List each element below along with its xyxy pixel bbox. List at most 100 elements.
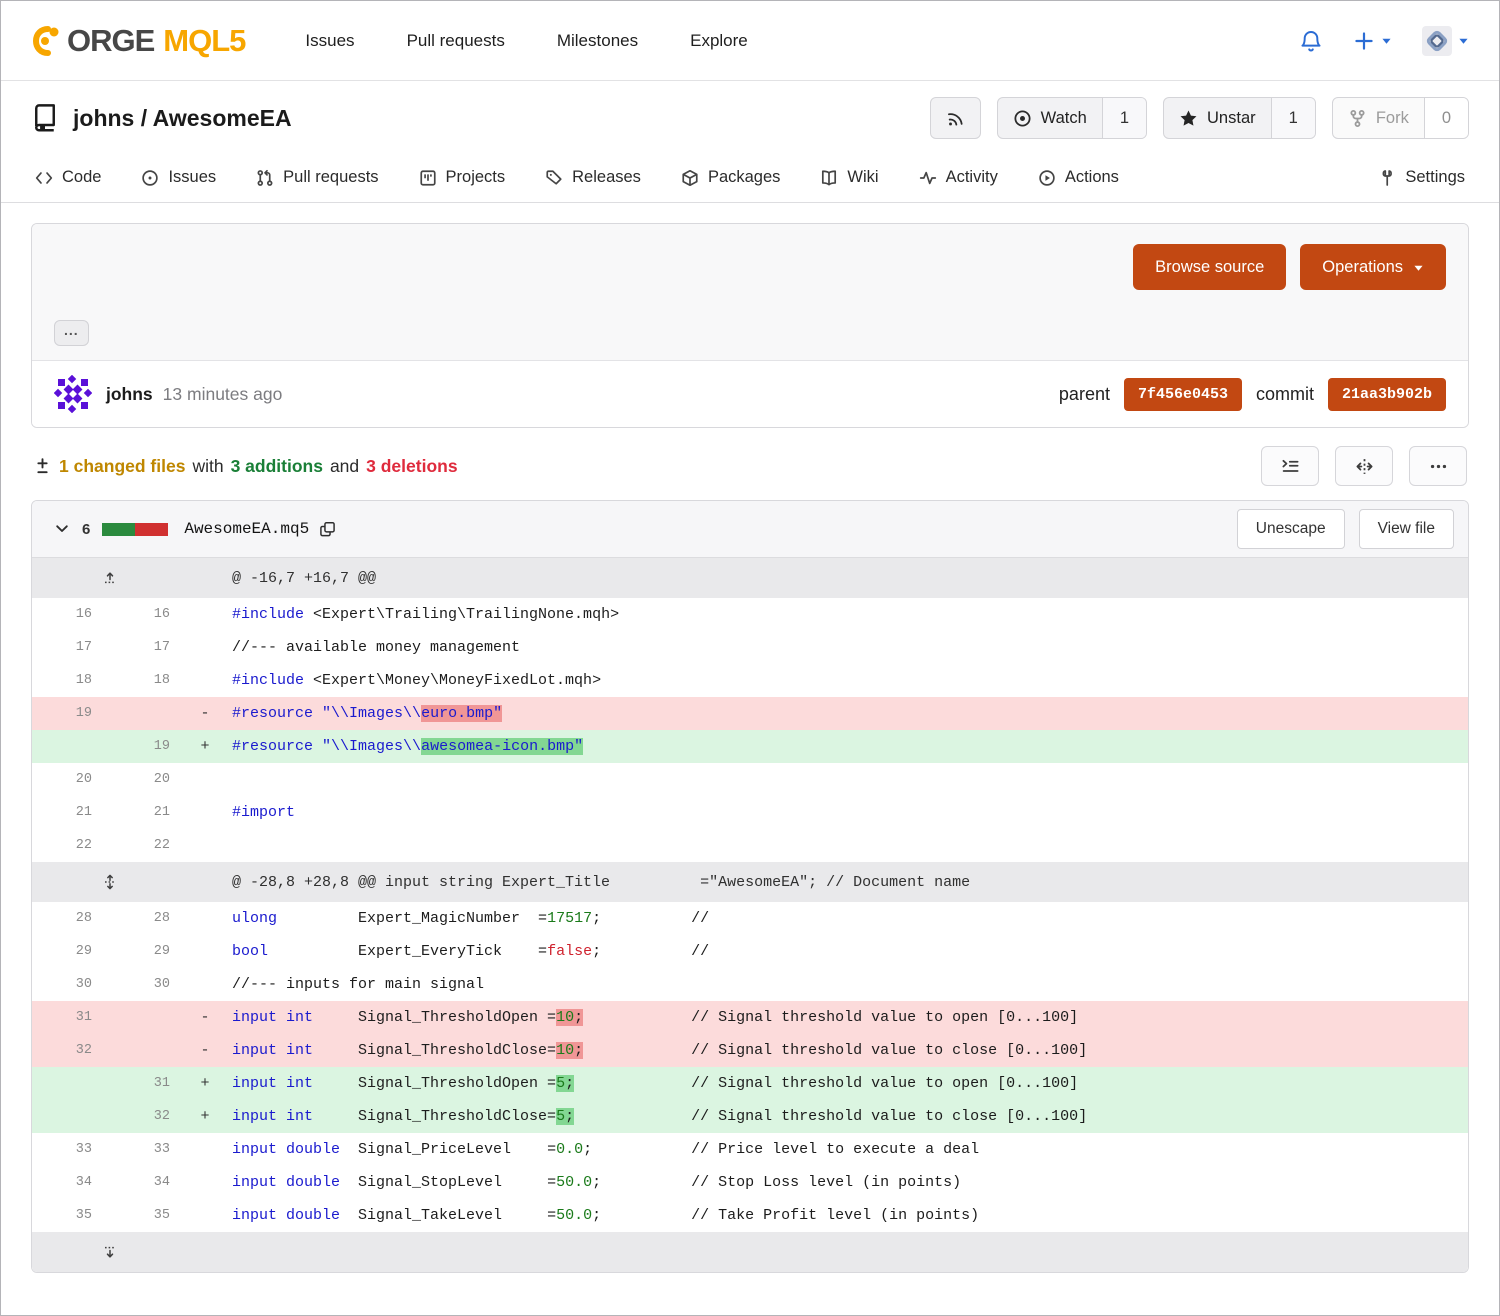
watch-button[interactable]: Watch	[998, 98, 1102, 138]
tab-projects[interactable]: Projects	[419, 168, 506, 187]
commit-hash-button[interactable]: 21aa3b902b	[1328, 378, 1446, 411]
nav-link-milestones[interactable]: Milestones	[557, 31, 638, 51]
old-line-number[interactable]: 33	[32, 1142, 110, 1157]
tab-releases[interactable]: Releases	[545, 168, 641, 187]
diff-line-ctx: 2121#import	[32, 796, 1468, 829]
user-avatar	[1422, 26, 1452, 56]
notifications-bell-icon[interactable]	[1299, 29, 1323, 53]
diff-options-button[interactable]	[1409, 446, 1467, 486]
view-file-button[interactable]: View file	[1359, 509, 1454, 549]
old-line-number[interactable]: 18	[32, 673, 110, 688]
expand-down-button[interactable]	[32, 1244, 188, 1260]
unstar-button[interactable]: Unstar	[1164, 98, 1271, 138]
code-line: input int Signal_ThresholdClose=10; // S…	[222, 1042, 1468, 1059]
code-line: input int Signal_ThresholdOpen =10; // S…	[222, 1009, 1468, 1026]
tab-actions[interactable]: Actions	[1038, 168, 1119, 187]
new-line-number[interactable]: 28	[110, 911, 188, 926]
play-circle-icon	[1038, 169, 1056, 187]
commit-hashes: parent 7f456e0453 commit 21aa3b902b	[1059, 378, 1446, 411]
hunk-header-text: @ -28,8 +28,8 @@ input string Expert_Tit…	[222, 874, 1468, 891]
author-avatar[interactable]	[54, 375, 92, 413]
old-line-number[interactable]: 20	[32, 772, 110, 787]
expand-both-button[interactable]	[32, 874, 188, 890]
new-line-number[interactable]: 22	[110, 838, 188, 853]
old-line-number[interactable]: 32	[32, 1043, 110, 1058]
new-line-number[interactable]: 31	[110, 1076, 188, 1091]
old-line-number[interactable]: 16	[32, 607, 110, 622]
new-line-number[interactable]: 18	[110, 673, 188, 688]
old-line-number[interactable]: 35	[32, 1208, 110, 1223]
code-line: ulong Expert_MagicNumber =17517; //	[222, 910, 1468, 927]
old-line-number[interactable]: 19	[32, 706, 110, 721]
eye-icon	[1013, 109, 1032, 128]
diff-line-ctx: 2222	[32, 829, 1468, 862]
expand-up-button[interactable]	[32, 570, 188, 586]
new-line-number[interactable]: 21	[110, 805, 188, 820]
new-line-number[interactable]: 34	[110, 1175, 188, 1190]
tab-code[interactable]: Code	[35, 168, 101, 187]
tab-wiki[interactable]: Wiki	[820, 168, 878, 187]
tab-pull-requests[interactable]: Pull requests	[256, 168, 378, 187]
star-button-group: Unstar 1	[1163, 97, 1316, 139]
create-new-dropdown[interactable]	[1353, 30, 1392, 52]
pull-request-icon	[256, 169, 274, 187]
new-line-number[interactable]: 20	[110, 772, 188, 787]
watch-count[interactable]: 1	[1102, 98, 1146, 138]
user-menu[interactable]	[1422, 26, 1469, 56]
fork-button[interactable]: Fork	[1333, 98, 1424, 138]
operations-label: Operations	[1322, 258, 1403, 277]
diff-icon	[33, 457, 52, 476]
caret-down-icon	[1413, 262, 1424, 273]
star-count[interactable]: 1	[1271, 98, 1315, 138]
collapse-file-chevron-icon[interactable]	[54, 521, 70, 537]
tab-packages[interactable]: Packages	[681, 168, 780, 187]
tab-activity[interactable]: Activity	[919, 168, 998, 187]
hunk-header-text: @ -16,7 +16,7 @@	[222, 570, 1468, 587]
logo-text-forge: ORGE	[67, 23, 154, 59]
new-line-number[interactable]: 16	[110, 607, 188, 622]
diff-marker: -	[188, 705, 222, 722]
nav-link-explore[interactable]: Explore	[690, 31, 748, 51]
old-line-number[interactable]: 31	[32, 1010, 110, 1025]
unescape-button[interactable]: Unescape	[1237, 509, 1345, 549]
old-line-number[interactable]: 21	[32, 805, 110, 820]
repo-name-link[interactable]: AwesomeEA	[153, 105, 292, 131]
tab-issues[interactable]: Issues	[141, 168, 216, 187]
old-line-number[interactable]: 30	[32, 977, 110, 992]
old-line-number[interactable]: 28	[32, 911, 110, 926]
old-line-number[interactable]: 29	[32, 944, 110, 959]
tab-settings[interactable]: Settings	[1378, 168, 1465, 187]
file-tree-toggle-button[interactable]	[1261, 446, 1319, 486]
code-line: //--- inputs for main signal	[222, 976, 1468, 993]
fork-count[interactable]: 0	[1424, 98, 1468, 138]
rss-button[interactable]	[930, 97, 981, 139]
split-view-button[interactable]	[1335, 446, 1393, 486]
diff-hunk-row	[32, 1232, 1468, 1272]
file-name[interactable]: AwesomeEA.mq5	[184, 520, 309, 538]
old-line-number[interactable]: 22	[32, 838, 110, 853]
repo-owner-link[interactable]: johns	[73, 105, 134, 131]
commit-message-toggle-button[interactable]: ...	[54, 320, 89, 346]
new-line-number[interactable]: 17	[110, 640, 188, 655]
new-line-number[interactable]: 35	[110, 1208, 188, 1223]
commit-author[interactable]: johns	[106, 384, 153, 405]
parent-hash-button[interactable]: 7f456e0453	[1124, 378, 1242, 411]
new-line-number[interactable]: 29	[110, 944, 188, 959]
copy-path-icon[interactable]	[319, 521, 336, 538]
forge-mql5-logo[interactable]: ORGE MQL5	[31, 23, 245, 59]
browse-source-button[interactable]: Browse source	[1133, 244, 1286, 290]
new-line-number[interactable]: 32	[110, 1109, 188, 1124]
new-line-number[interactable]: 19	[110, 739, 188, 754]
nav-link-issues[interactable]: Issues	[305, 31, 354, 51]
diff-marker: -	[188, 1042, 222, 1059]
nav-link-pull-requests[interactable]: Pull requests	[407, 31, 505, 51]
new-line-number[interactable]: 30	[110, 977, 188, 992]
repository-icon	[31, 104, 59, 132]
operations-dropdown-button[interactable]: Operations	[1300, 244, 1446, 290]
forge-logo-icon	[31, 24, 65, 58]
code-line: input double Signal_TakeLevel =50.0; // …	[222, 1207, 1468, 1224]
new-line-number[interactable]: 33	[110, 1142, 188, 1157]
changed-files-count[interactable]: 1 changed files	[59, 456, 185, 477]
old-line-number[interactable]: 34	[32, 1175, 110, 1190]
old-line-number[interactable]: 17	[32, 640, 110, 655]
